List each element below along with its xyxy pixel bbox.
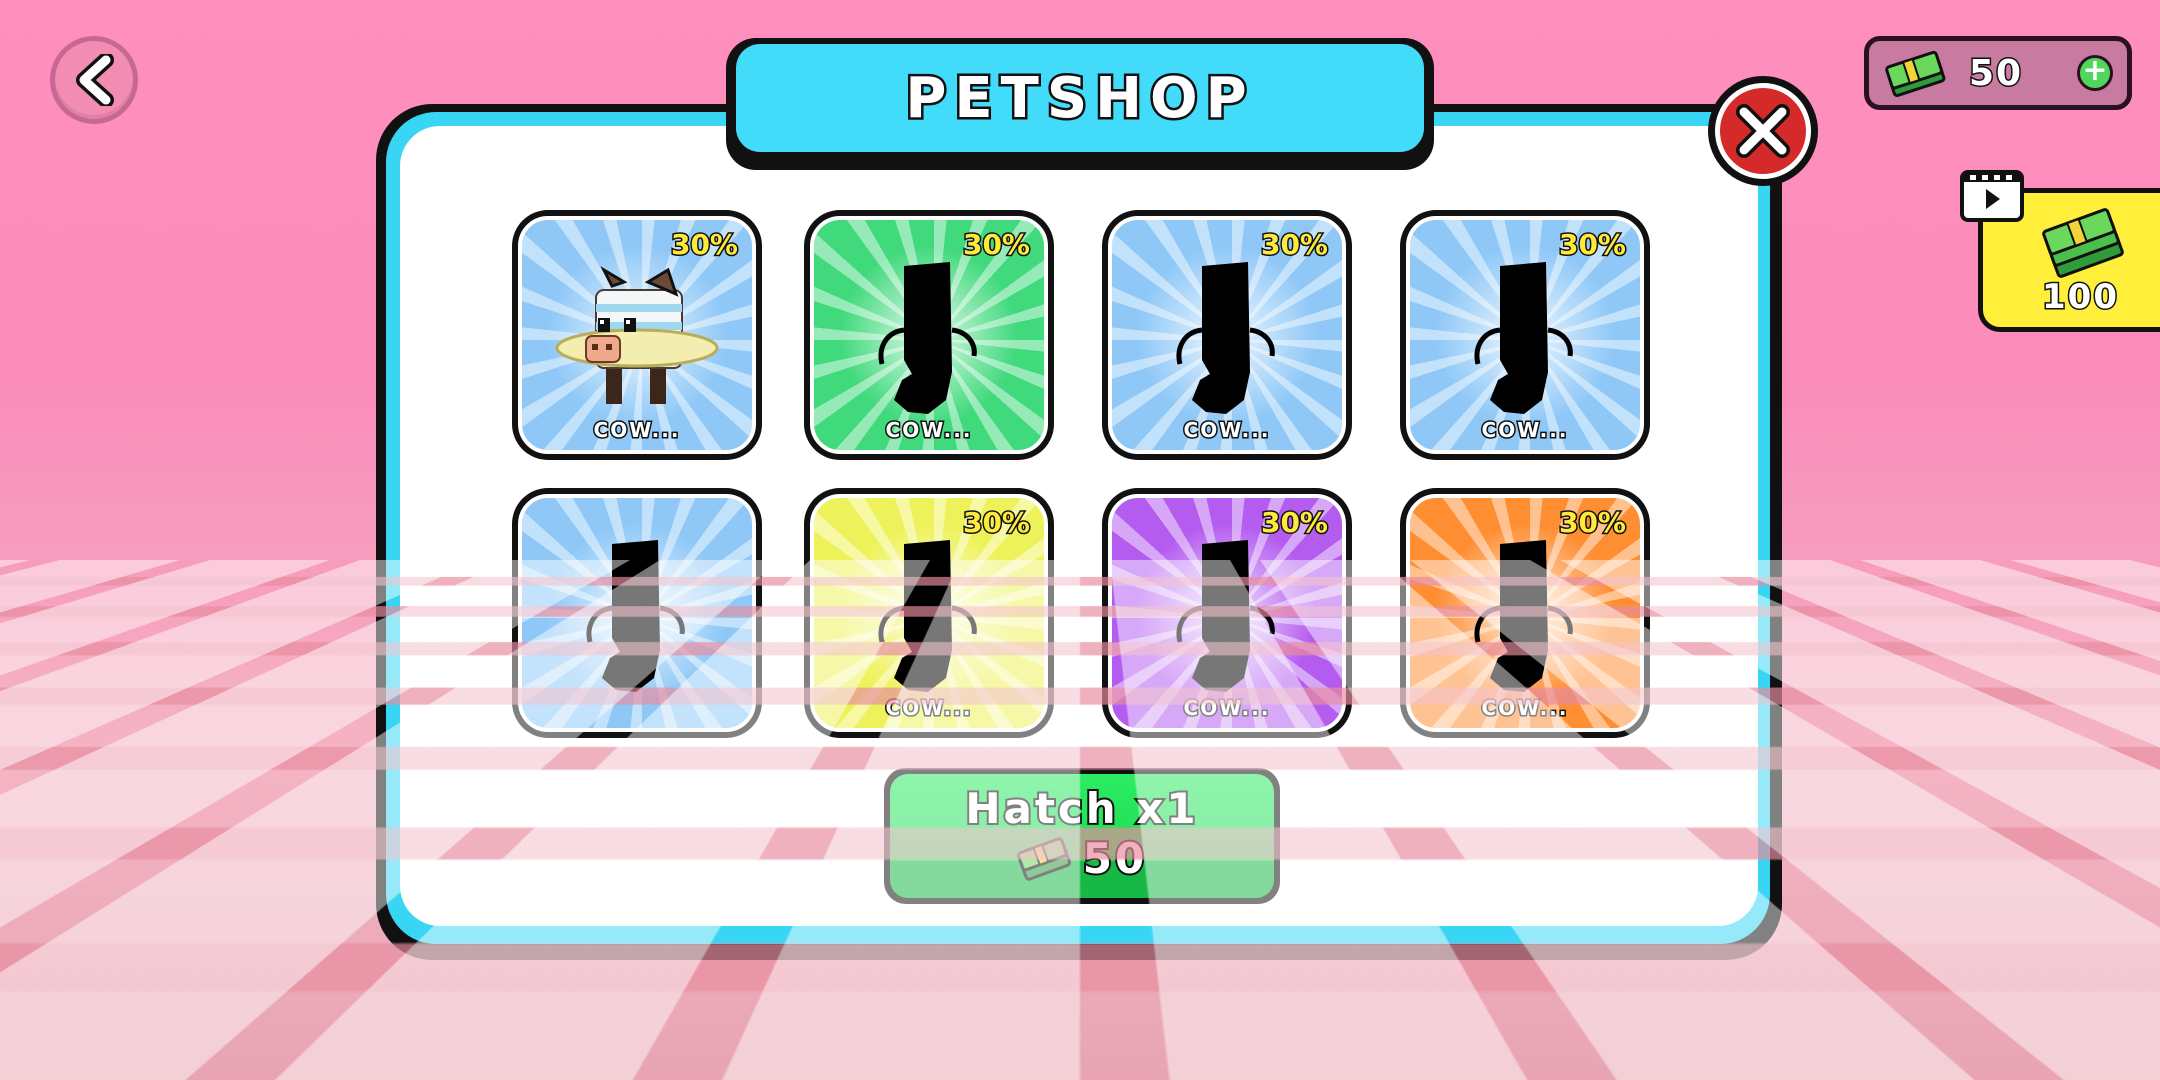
pet-name: COW... bbox=[814, 418, 1044, 442]
pet-card[interactable] bbox=[512, 488, 762, 738]
pet-card-face: 30% COW... bbox=[810, 494, 1048, 732]
pet-card-face: 30% COW... bbox=[518, 216, 756, 454]
pet-card-face bbox=[518, 494, 756, 732]
close-button[interactable] bbox=[1708, 76, 1818, 186]
ad-reward-amount: 100 bbox=[1983, 277, 2160, 317]
cash-icon bbox=[1883, 47, 1947, 99]
locked-pet-silhouette-icon bbox=[1460, 538, 1590, 698]
back-button[interactable] bbox=[50, 36, 138, 124]
pet-name: COW... bbox=[1112, 696, 1342, 720]
pet-card[interactable]: 30% COW... bbox=[804, 488, 1054, 738]
cash-stack-icon bbox=[2041, 207, 2125, 279]
locked-pet-silhouette-icon bbox=[572, 538, 702, 698]
pet-name: COW... bbox=[814, 696, 1044, 720]
pet-name: COW... bbox=[522, 418, 752, 442]
pet-chance: 30% bbox=[1261, 228, 1328, 261]
pet-chance: 30% bbox=[963, 228, 1030, 261]
pet-card-face: 30% COW... bbox=[1108, 494, 1346, 732]
locked-pet-silhouette-icon bbox=[1162, 260, 1292, 420]
pet-card-face: 30% COW... bbox=[1406, 216, 1644, 454]
pet-card-face: 30% COW... bbox=[1406, 494, 1644, 732]
pet-card[interactable]: 30% COW... bbox=[1400, 210, 1650, 460]
locked-pet-silhouette-icon bbox=[1162, 538, 1292, 698]
pet-card[interactable]: 30% COW... bbox=[1400, 488, 1650, 738]
pet-chance: 30% bbox=[671, 228, 738, 261]
pet-card[interactable]: 30% COW... bbox=[512, 210, 762, 460]
pet-name: COW... bbox=[1112, 418, 1342, 442]
pet-card-face: 30% COW... bbox=[810, 216, 1048, 454]
chevron-left-icon bbox=[72, 54, 116, 106]
plus-icon: + bbox=[2082, 53, 2107, 88]
pet-name: COW... bbox=[1410, 418, 1640, 442]
pet-chance: 30% bbox=[1559, 506, 1626, 539]
locked-pet-silhouette-icon bbox=[1460, 260, 1590, 420]
close-button-face bbox=[1715, 83, 1811, 179]
locked-pet-silhouette-icon bbox=[864, 538, 994, 698]
video-icon bbox=[1960, 170, 2024, 222]
pet-chance: 30% bbox=[1261, 506, 1328, 539]
pet-card-face: 30% COW... bbox=[1108, 216, 1346, 454]
title-banner: PETSHOP bbox=[736, 44, 1424, 152]
pet-card[interactable]: 30% COW... bbox=[1102, 488, 1352, 738]
hatch-label: Hatch x1 bbox=[890, 784, 1274, 833]
pet-card[interactable]: 30% COW... bbox=[804, 210, 1054, 460]
hatch-button-face: Hatch x1 50 bbox=[890, 774, 1274, 898]
hatch-button[interactable]: Hatch x1 50 bbox=[884, 768, 1280, 904]
cash-icon bbox=[1017, 837, 1071, 881]
locked-pet-silhouette-icon bbox=[864, 260, 994, 420]
pet-chance: 30% bbox=[963, 506, 1030, 539]
hatch-cost-amount: 50 bbox=[1083, 834, 1147, 883]
pet-chance: 30% bbox=[1559, 228, 1626, 261]
hatch-cost: 50 bbox=[890, 834, 1274, 883]
close-icon bbox=[1736, 104, 1790, 158]
add-currency-button[interactable]: + bbox=[2077, 55, 2113, 91]
page-title: PETSHOP bbox=[905, 66, 1254, 131]
currency-display: 50 + bbox=[1864, 36, 2132, 110]
pet-card[interactable]: 30% COW... bbox=[1102, 210, 1352, 460]
ufo-cow-pet-icon bbox=[552, 260, 722, 420]
currency-amount: 50 bbox=[1969, 53, 2023, 94]
pet-name: COW... bbox=[1410, 696, 1640, 720]
